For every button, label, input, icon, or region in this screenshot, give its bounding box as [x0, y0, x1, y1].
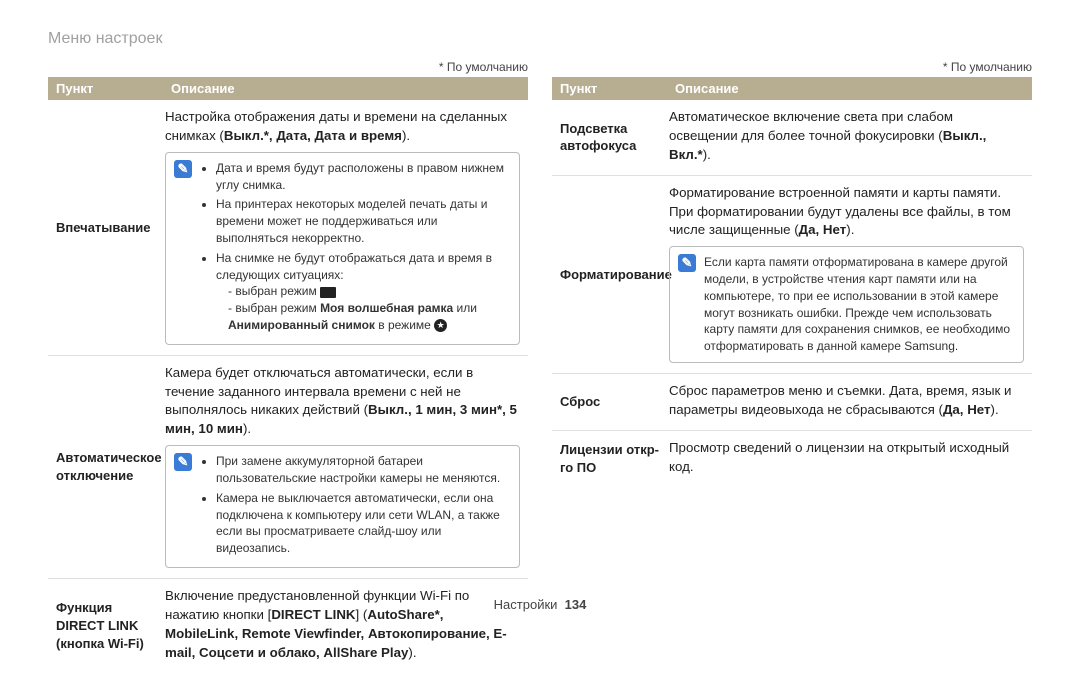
row-label: Впечатывание [48, 100, 163, 355]
row-desc: Камера будет отключаться автоматически, … [163, 356, 528, 578]
row-desc: Сброс параметров меню и съемки. Дата, вр… [667, 374, 1032, 430]
table-row: Лицензии откр-го ПО Просмотр сведений о … [552, 430, 1032, 487]
note-bullet: На снимке не будут отображаться дата и в… [216, 250, 511, 334]
left-column: * По умолчанию Пункт Описание Впечатыван… [48, 60, 528, 673]
note-bullet: Камера не выключается автоматически, есл… [216, 490, 511, 557]
note-bullet: При замене аккумуляторной батареи пользо… [216, 453, 511, 487]
row-label: Подсветка автофокуса [552, 100, 667, 175]
row-label: Сброс [552, 374, 667, 430]
note-text: выбран режим [235, 284, 320, 298]
row-label: Функция DIRECT LINK (кнопка Wi-Fi) [48, 579, 163, 673]
info-icon: ✎ [174, 453, 192, 471]
desc-text: ). [991, 402, 999, 417]
th-item: Пункт [552, 77, 667, 100]
note-sub: выбран режим [228, 283, 511, 300]
default-note-left: * По умолчанию [48, 60, 528, 74]
desc-text: ). [846, 222, 854, 237]
desc-text: ). [703, 147, 711, 162]
note-text: выбран режим [235, 301, 320, 315]
desc-text: ). [243, 421, 251, 436]
note-text: При замене аккумуляторной батареи пользо… [200, 453, 511, 560]
note-bullet: Дата и время будут расположены в правом … [216, 160, 511, 194]
desc-bold: Да, Нет [943, 402, 991, 417]
page-title: Меню настроек [48, 30, 1032, 48]
note-text: или [453, 301, 477, 315]
desc-text: ). [402, 128, 410, 143]
row-desc: Просмотр сведений о лицензии на открытый… [667, 431, 1032, 487]
row-label: Лицензии откр-го ПО [552, 431, 667, 487]
row-label: Форматирование [552, 176, 667, 373]
desc-text: Автоматическое включение света при слабо… [669, 109, 953, 143]
note-bullet: На принтерах некоторых моделей печать да… [216, 196, 511, 246]
desc-text: ). [408, 645, 416, 660]
row-label: Автоматическое отключение [48, 356, 163, 578]
info-icon: ✎ [174, 160, 192, 178]
table-header: Пункт Описание [48, 77, 528, 100]
th-item: Пункт [48, 77, 163, 100]
table-row: Функция DIRECT LINK (кнопка Wi-Fi) Включ… [48, 578, 528, 673]
row-desc: Настройка отображения даты и времени на … [163, 100, 528, 355]
mode-icon [320, 287, 336, 298]
desc-bold: Да, Нет [799, 222, 847, 237]
table-row: Автоматическое отключение Камера будет о… [48, 355, 528, 578]
footer-page: 134 [565, 597, 587, 612]
table-row: Форматирование Форматирование встроенной… [552, 175, 1032, 373]
note-box: ✎ При замене аккумуляторной батареи поль… [165, 445, 520, 568]
default-note-right: * По умолчанию [552, 60, 1032, 74]
note-text: в режиме [375, 318, 434, 332]
table-row: Подсветка автофокуса Автоматическое вклю… [552, 100, 1032, 175]
note-box: ✎ Дата и время будут расположены в право… [165, 152, 520, 345]
desc-text: Просмотр сведений о лицензии на открытый… [669, 440, 1009, 474]
page-footer: Настройки 134 [0, 597, 1080, 612]
row-desc: Форматирование встроенной памяти и карты… [667, 176, 1032, 373]
note-sub: выбран режим Моя волшебная рамка или Ани… [228, 300, 511, 334]
desc-bold: Выкл.*, Дата, Дата и время [224, 128, 402, 143]
note-text: Если карта памяти отформатирована в каме… [704, 254, 1015, 355]
row-desc: Автоматическое включение света при слабо… [667, 100, 1032, 175]
star-icon: ★ [434, 319, 447, 332]
info-icon: ✎ [678, 254, 696, 272]
note-box: ✎ Если карта памяти отформатирована в ка… [669, 246, 1024, 363]
th-desc: Описание [667, 77, 1032, 100]
note-bold: Анимированный снимок [228, 318, 375, 332]
table-row: Сброс Сброс параметров меню и съемки. Да… [552, 373, 1032, 430]
note-text: На снимке не будут отображаться дата и в… [216, 251, 492, 282]
row-desc: Включение предустановленной функции Wi-F… [163, 579, 528, 673]
th-desc: Описание [163, 77, 528, 100]
right-column: * По умолчанию Пункт Описание Подсветка … [552, 60, 1032, 673]
note-text: Дата и время будут расположены в правом … [200, 160, 511, 337]
note-bold: Моя волшебная рамка [320, 301, 453, 315]
table-header: Пункт Описание [552, 77, 1032, 100]
footer-section: Настройки [494, 597, 558, 612]
table-row: Впечатывание Настройка отображения даты … [48, 100, 528, 355]
